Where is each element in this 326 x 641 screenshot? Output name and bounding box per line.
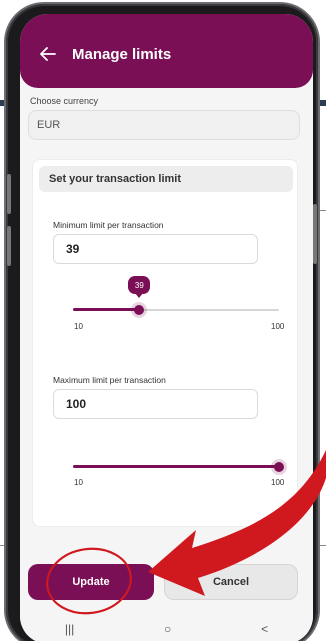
back-button[interactable] bbox=[36, 42, 60, 66]
max-slider-tick-max: 100 bbox=[271, 478, 285, 487]
min-limit-value: 39 bbox=[66, 242, 80, 256]
slider-fill bbox=[73, 308, 140, 311]
phone-screen: Manage limits Choose currency EUR Set yo… bbox=[20, 14, 313, 641]
max-limit-slider[interactable] bbox=[73, 460, 284, 474]
page-title: Manage limits bbox=[72, 45, 172, 63]
currency-value: EUR bbox=[37, 119, 61, 131]
back-arrow-icon bbox=[40, 47, 56, 61]
currency-label: Choose currency bbox=[30, 96, 99, 106]
power-button bbox=[313, 204, 317, 264]
home-icon[interactable]: ○ bbox=[164, 622, 171, 636]
volume-down-button bbox=[7, 226, 11, 266]
card-title: Set your transaction limit bbox=[39, 166, 293, 192]
min-slider-tick-min: 10 bbox=[74, 322, 83, 331]
background-line bbox=[318, 210, 326, 211]
back-nav-icon[interactable]: < bbox=[261, 622, 268, 636]
min-slider-tick-max: 100 bbox=[271, 322, 285, 331]
min-limit-slider[interactable] bbox=[73, 303, 279, 317]
min-limit-input[interactable]: 39 bbox=[53, 234, 258, 264]
currency-select[interactable]: EUR bbox=[28, 110, 300, 140]
max-slider-tick-min: 10 bbox=[74, 478, 83, 487]
slider-fill bbox=[73, 465, 279, 468]
android-nav-bar: ||| ○ < bbox=[20, 614, 313, 641]
phone-frame: Manage limits Choose currency EUR Set yo… bbox=[6, 4, 318, 641]
recents-icon[interactable]: ||| bbox=[65, 622, 74, 636]
app-bar: Manage limits bbox=[20, 14, 313, 88]
min-limit-label: Minimum limit per transaction bbox=[53, 220, 164, 230]
update-button[interactable]: Update bbox=[28, 564, 154, 600]
max-limit-value: 100 bbox=[66, 397, 87, 411]
min-slider-tooltip: 39 bbox=[128, 276, 151, 298]
slider-thumb[interactable] bbox=[274, 462, 284, 472]
cancel-button[interactable]: Cancel bbox=[164, 564, 298, 600]
volume-up-button bbox=[7, 174, 11, 214]
max-limit-input[interactable]: 100 bbox=[53, 389, 258, 419]
slider-thumb[interactable] bbox=[134, 305, 145, 315]
max-limit-label: Maximum limit per transaction bbox=[53, 375, 166, 385]
transaction-limit-card: Set your transaction limit Minimum limit… bbox=[32, 159, 298, 527]
